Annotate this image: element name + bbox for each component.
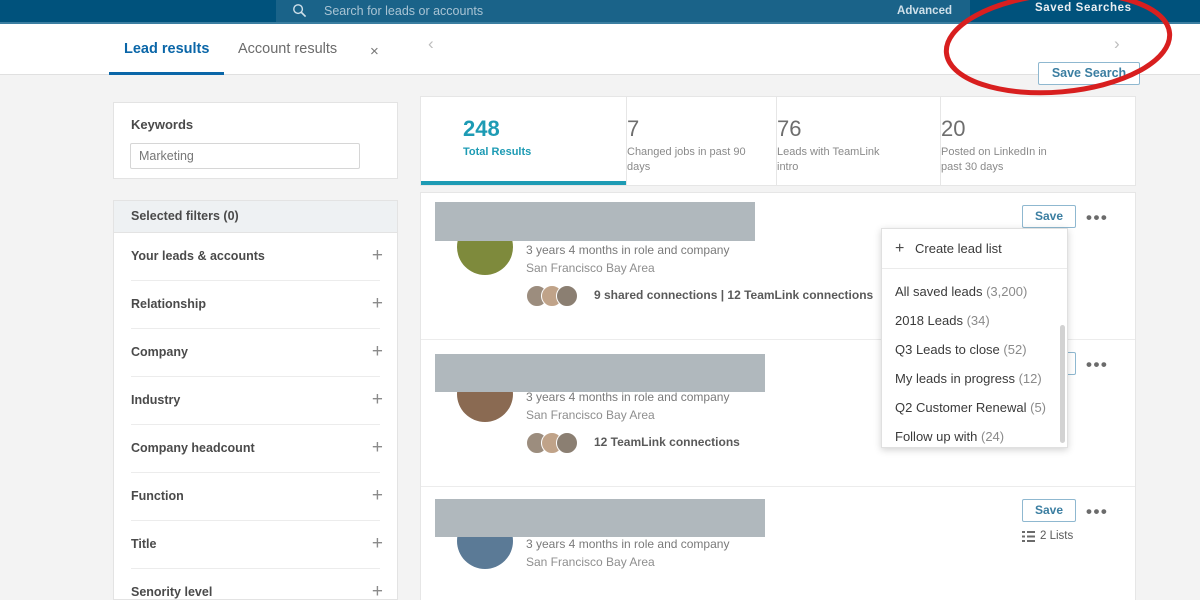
- filter-row[interactable]: Your leads & accounts +: [114, 233, 397, 281]
- shared-connections-avatars: [526, 285, 584, 307]
- save-lead-button[interactable]: Save: [1022, 205, 1076, 228]
- redaction-overlay: [435, 354, 765, 392]
- stat-label: Leads with TeamLink intro: [777, 146, 880, 173]
- selected-filters-label: Selected filters (0): [131, 209, 239, 223]
- redaction-overlay: [435, 499, 765, 537]
- filters-card: Selected filters (0) Your leads & accoun…: [113, 200, 398, 600]
- tab-account-results[interactable]: Account results: [238, 24, 337, 75]
- filter-label: Relationship: [131, 297, 207, 311]
- keywords-filter-card: Keywords Marketing: [113, 102, 398, 179]
- connections-text: 12 TeamLink connections: [594, 435, 740, 449]
- expand-filter-icon[interactable]: +: [372, 529, 383, 559]
- filter-label: Your leads & accounts: [131, 249, 265, 263]
- lead-location: San Francisco Bay Area: [526, 408, 655, 422]
- carousel-prev-arrow[interactable]: ‹: [428, 34, 434, 54]
- lead-list-count: (24): [981, 429, 1005, 444]
- lists-icon: [1022, 531, 1035, 542]
- lead-list-item[interactable]: Follow up with (24): [895, 422, 1004, 451]
- more-options-icon[interactable]: •••: [1086, 209, 1108, 226]
- stat-label: Posted on LinkedIn in past 30 days: [941, 146, 1047, 173]
- stat-card[interactable]: 20 Posted on LinkedIn in past 30 days: [941, 97, 1105, 185]
- save-to-list-dropdown: + Create lead list All saved leads (3,20…: [881, 228, 1068, 448]
- expand-filter-icon[interactable]: +: [372, 577, 383, 600]
- filter-row[interactable]: Title +: [114, 521, 397, 569]
- lead-list-count: (52): [1003, 342, 1027, 357]
- more-options-icon[interactable]: •••: [1086, 503, 1108, 520]
- filter-row[interactable]: Function +: [114, 473, 397, 521]
- filter-label: Company headcount: [131, 441, 255, 455]
- expand-filter-icon[interactable]: +: [372, 481, 383, 511]
- lead-list-item[interactable]: 2018 Leads (34): [895, 306, 990, 335]
- expand-filter-icon[interactable]: +: [372, 385, 383, 415]
- shared-connections-avatars: [526, 432, 584, 454]
- filter-label: Function: [131, 489, 184, 503]
- keywords-input[interactable]: Marketing: [130, 143, 360, 169]
- lead-list-count: (3,200): [986, 284, 1028, 299]
- filter-label: Senority level: [131, 585, 213, 599]
- lead-tenure: 3 years 4 months in role and company: [526, 243, 730, 257]
- results-stats-card: 248 Total Results 7 Changed jobs in past 90…: [420, 96, 1136, 186]
- clear-keywords-icon[interactable]: ×: [370, 44, 379, 59]
- stat-label: Total Results: [463, 146, 532, 158]
- filter-label: Industry: [131, 393, 181, 407]
- dropdown-scrollbar[interactable]: [1060, 325, 1065, 443]
- lead-location: San Francisco Bay Area: [526, 555, 655, 569]
- lead-list-count: (34): [966, 313, 990, 328]
- expand-filter-icon[interactable]: +: [372, 337, 383, 367]
- search-icon: [293, 4, 307, 18]
- lead-tenure: 3 years 4 months in role and company: [526, 537, 730, 551]
- lead-list-count: (5): [1030, 400, 1047, 415]
- search-input[interactable]: Search for leads or accounts: [324, 0, 483, 22]
- lead-list-item[interactable]: Q3 Leads to close (52): [895, 335, 1027, 364]
- filter-label: Company: [131, 345, 188, 359]
- lead-list-name: My leads in progress: [895, 371, 1015, 386]
- stat-card[interactable]: 248 Total Results: [421, 97, 627, 185]
- filter-row[interactable]: Company +: [114, 329, 397, 377]
- search-box[interactable]: Search for leads or accounts Advanced: [276, 0, 970, 22]
- stat-card[interactable]: 76 Leads with TeamLink intro: [777, 97, 941, 185]
- expand-filter-icon[interactable]: +: [372, 433, 383, 463]
- plus-icon: +: [895, 240, 905, 257]
- lead-list-item[interactable]: All saved leads (3,200): [895, 277, 1027, 306]
- lead-tenure: 3 years 4 months in role and company: [526, 390, 730, 404]
- lead-location: San Francisco Bay Area: [526, 261, 655, 275]
- lead-list-item[interactable]: Q2 Customer Renewal (5): [895, 393, 1046, 422]
- filter-row[interactable]: Industry +: [114, 377, 397, 425]
- expand-filter-icon[interactable]: +: [372, 289, 383, 319]
- lead-list-name: Q3 Leads to close: [895, 342, 1000, 357]
- lead-result-row[interactable]: 3 years 4 months in role and company San …: [421, 487, 1135, 600]
- filter-label: Title: [131, 537, 157, 551]
- save-lead-button[interactable]: Save: [1022, 499, 1076, 522]
- lead-list-name: All saved leads: [895, 284, 983, 299]
- lead-list-name: 2018 Leads: [895, 313, 963, 328]
- sales-navigator-search-page: Search for leads or accounts Advanced Sa…: [0, 0, 1200, 600]
- lead-list-count: (12): [1018, 371, 1042, 386]
- filter-row[interactable]: Relationship +: [114, 281, 397, 329]
- keywords-label: Keywords: [131, 117, 194, 132]
- stat-number: 248: [463, 116, 500, 141]
- create-lead-list-label: Create lead list: [915, 241, 1002, 256]
- expand-filter-icon[interactable]: +: [372, 241, 383, 271]
- connections-text: 9 shared connections | 12 TeamLink conne…: [594, 288, 874, 302]
- more-options-icon[interactable]: •••: [1086, 356, 1108, 373]
- filter-row[interactable]: Company headcount +: [114, 425, 397, 473]
- lists-count-badge[interactable]: 2 Lists: [1040, 530, 1073, 542]
- stat-number: 7: [627, 116, 640, 141]
- stat-card[interactable]: 7 Changed jobs in past 90 days: [627, 97, 777, 185]
- tab-lead-results[interactable]: Lead results: [108, 24, 225, 75]
- create-lead-list-item[interactable]: + Create lead list: [882, 229, 1067, 269]
- selected-filters-header: Selected filters (0): [114, 201, 397, 233]
- lead-list-item[interactable]: My leads in progress (12): [895, 364, 1042, 393]
- stat-number: 20: [941, 116, 966, 141]
- filter-row[interactable]: Senority level +: [114, 569, 397, 600]
- lead-list-name: Follow up with: [895, 429, 978, 444]
- stat-number: 76: [777, 116, 802, 141]
- stat-label: Changed jobs in past 90 days: [627, 146, 746, 173]
- redaction-overlay: [435, 202, 755, 241]
- lead-list-name: Q2 Customer Renewal: [895, 400, 1027, 415]
- red-circle-annotation: [943, 0, 1173, 96]
